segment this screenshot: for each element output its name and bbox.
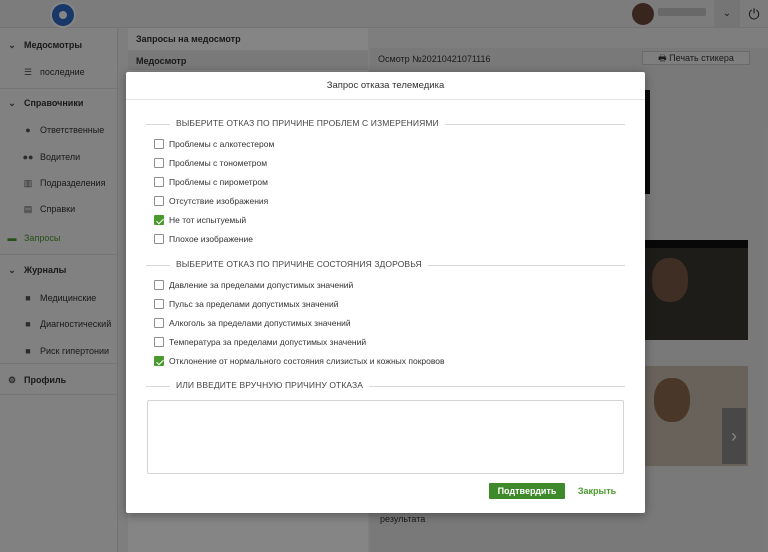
section-label: ИЛИ ВВЕДИТЕ ВРУЧНУЮ ПРИЧИНУ ОТКАЗА [170,380,370,390]
reason-option[interactable]: Проблемы с тонометром [154,157,267,169]
reason-option[interactable]: Температура за пределами допустимых знач… [154,336,366,348]
section-header-health: ВЫБЕРИТЕ ОТКАЗ ПО ПРИЧИНЕ СОСТОЯНИЯ ЗДОР… [146,259,625,271]
reason-option[interactable]: Алкоголь за пределами допустимых значени… [154,317,351,329]
confirm-button[interactable]: Подтвердить [489,483,565,499]
reason-option[interactable]: Отклонение от нормального состояния слиз… [154,355,445,367]
checkbox-label: Отсутствие изображения [169,196,269,206]
checkbox[interactable] [154,234,164,244]
checkbox[interactable] [154,139,164,149]
reason-option[interactable]: Проблемы с алкотестером [154,138,274,150]
checkbox[interactable] [154,215,164,225]
checkbox-label: Алкоголь за пределами допустимых значени… [169,318,351,328]
checkbox-label: Отклонение от нормального состояния слиз… [169,356,445,366]
checkbox[interactable] [154,158,164,168]
checkbox-label: Давление за пределами допустимых значени… [169,280,354,290]
checkbox[interactable] [154,177,164,187]
reason-option[interactable]: Отсутствие изображения [154,195,268,207]
checkbox-label: Проблемы с тонометром [169,158,268,168]
refusal-request-dialog: Запрос отказа телемедика ВЫБЕРИТЕ ОТКАЗ … [126,72,645,513]
reason-option[interactable]: Плохое изображение [154,233,253,245]
checkbox-label: Плохое изображение [169,234,253,244]
dialog-title: Запрос отказа телемедика [126,72,645,100]
section-label: ВЫБЕРИТЕ ОТКАЗ ПО ПРИЧИНЕ ПРОБЛЕМ С ИЗМЕ… [170,118,445,128]
section-label: ВЫБЕРИТЕ ОТКАЗ ПО ПРИЧИНЕ СОСТОЯНИЯ ЗДОР… [170,259,428,269]
reason-option[interactable]: Проблемы с пирометром [154,176,268,188]
section-header-measurements: ВЫБЕРИТЕ ОТКАЗ ПО ПРИЧИНЕ ПРОБЛЕМ С ИЗМЕ… [146,118,625,130]
reason-option[interactable]: Пульс за пределами допустимых значений [154,298,338,310]
checkbox[interactable] [154,337,164,347]
manual-reason-input[interactable] [147,400,624,474]
reason-option[interactable]: Не тот испытуемый [154,214,246,226]
checkbox-label: Не тот испытуемый [169,215,247,225]
section-header-manual: ИЛИ ВВЕДИТЕ ВРУЧНУЮ ПРИЧИНУ ОТКАЗА [146,380,625,392]
checkbox-label: Пульс за пределами допустимых значений [169,299,339,309]
checkbox[interactable] [154,356,164,366]
checkbox-label: Проблемы с пирометром [169,177,268,187]
close-button[interactable]: Закрыть [572,483,622,499]
reason-option[interactable]: Давление за пределами допустимых значени… [154,279,353,291]
checkbox[interactable] [154,299,164,309]
checkbox[interactable] [154,196,164,206]
checkbox-label: Проблемы с алкотестером [169,139,275,149]
checkbox[interactable] [154,280,164,290]
checkbox-label: Температура за пределами допустимых знач… [169,337,367,347]
checkbox[interactable] [154,318,164,328]
